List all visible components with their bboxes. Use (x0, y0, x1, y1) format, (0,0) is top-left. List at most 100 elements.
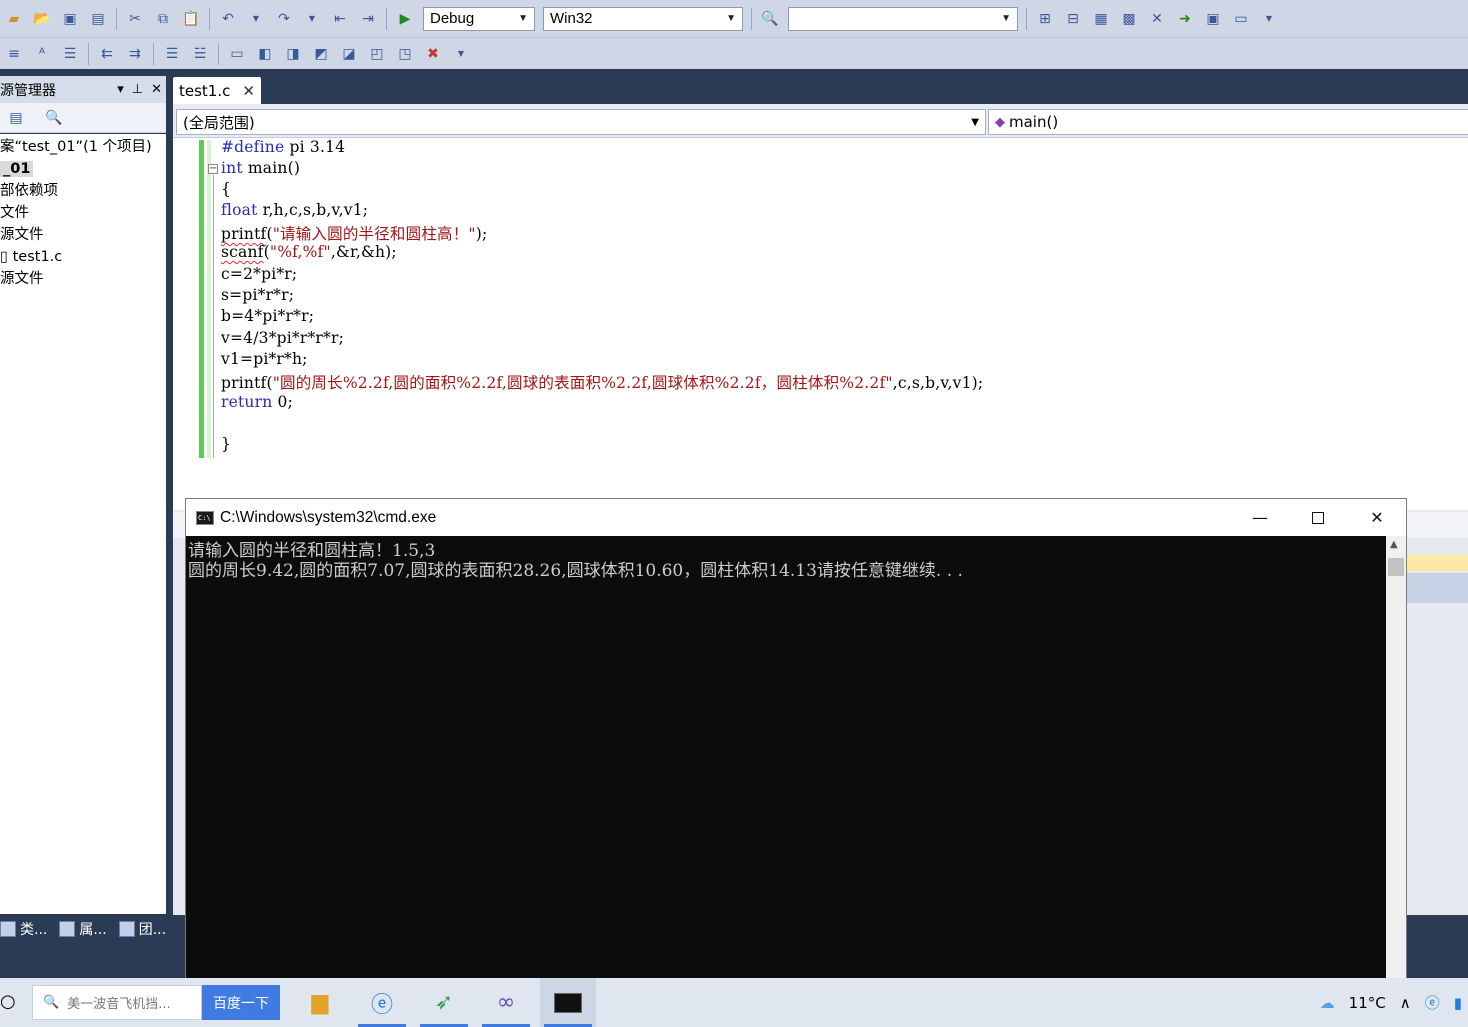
configuration-select[interactable]: Debug ▼ (423, 6, 535, 31)
maximize-icon (1312, 511, 1324, 524)
previous-bookmark-icon[interactable]: ◧ (254, 43, 276, 65)
show-all-files-icon[interactable]: 🔍 (43, 107, 65, 129)
parameter-info-icon[interactable]: ☰ (59, 43, 81, 65)
document-tab-strip: test1.c ✕ (173, 76, 1468, 104)
tree-item-solution[interactable]: 案“test_01”(1 个项目) (0, 136, 166, 158)
properties-icon[interactable]: ⊟ (1062, 8, 1084, 30)
scroll-up-icon[interactable]: ▲ (1390, 539, 1398, 550)
properties-icon[interactable]: ▤ (5, 107, 27, 129)
toolbar-options-icon[interactable]: ▼ (450, 43, 472, 65)
solution-explorer-header: 源管理器 ▾ ⊥ ✕ (0, 76, 166, 103)
file-explorer-icon[interactable]: ▆ (292, 978, 348, 1027)
comment-out-icon[interactable]: ☰ (161, 43, 183, 65)
undo-dropdown-icon[interactable]: ▼ (245, 8, 267, 30)
chevron-up-icon[interactable]: ∧ (1400, 994, 1411, 1012)
tree-item-project[interactable]: _01 (0, 158, 166, 180)
tree-item-source-files[interactable]: 源文件 (0, 224, 166, 246)
code-line: float r,h,c,s,b,v,v1; (221, 201, 369, 219)
uncomment-icon[interactable]: ☱ (189, 43, 211, 65)
close-icon: ✕ (1370, 508, 1384, 527)
weather-icon[interactable]: ☁ (1320, 994, 1335, 1012)
toolbox-icon[interactable]: ▩ (1118, 8, 1140, 30)
taskbar-search-input[interactable]: 🔍 美一波音飞机挡... (32, 985, 202, 1020)
console-titlebar[interactable]: C:\ C:\Windows\system32\cmd.exe (186, 499, 1406, 536)
navigate-forward-icon[interactable]: ⇥ (357, 8, 379, 30)
tree-item-test1-c[interactable]: ▯ test1.c (0, 246, 166, 268)
maximize-button[interactable] (1289, 499, 1347, 536)
console-scrollbar[interactable]: ▲ (1386, 536, 1406, 979)
tools-icon[interactable]: ✕ (1146, 8, 1168, 30)
browser-tray-icon[interactable]: ⓔ (1425, 992, 1440, 1013)
platform-value: Win32 (550, 10, 593, 27)
undo-icon[interactable]: ↶ (217, 8, 239, 30)
command-window-icon[interactable]: ▭ (1230, 8, 1252, 30)
pin-icon[interactable]: ⊥ (132, 82, 143, 97)
save-icon[interactable]: ▣ (59, 8, 81, 30)
start-icon[interactable]: ○ (0, 991, 16, 1012)
clear-bookmarks-icon[interactable]: ✖ (422, 43, 444, 65)
cmd-taskbar-icon[interactable] (540, 978, 596, 1027)
next-bookmark-document-icon[interactable]: ◳ (394, 43, 416, 65)
close-icon[interactable]: ✕ (242, 82, 255, 100)
app-icon[interactable]: ➶ (416, 978, 472, 1027)
code-editor[interactable]: − #define pi 3.14 int main() { float r,h… (173, 138, 1468, 510)
scrollbar-thumb[interactable] (1388, 558, 1404, 576)
object-browser-icon[interactable]: ▦ (1090, 8, 1112, 30)
start-page-icon[interactable]: ➜ (1174, 8, 1196, 30)
paste-icon[interactable]: 📋 (180, 8, 202, 30)
member-select[interactable]: ◆ main() (988, 109, 1468, 135)
weather-temp[interactable]: 11°C (1349, 994, 1386, 1012)
console-window[interactable]: C:\ C:\Windows\system32\cmd.exe — ✕ 请输入圆… (185, 498, 1407, 979)
close-icon[interactable]: ✕ (151, 82, 162, 97)
new-file-icon[interactable]: ▰ (3, 8, 25, 30)
tree-item-header-files[interactable]: 文件 (0, 202, 166, 224)
decrease-indent-icon[interactable]: ⇇ (96, 43, 118, 65)
redo-icon[interactable]: ↷ (273, 8, 295, 30)
cut-icon[interactable]: ✂ (124, 8, 146, 30)
tab-test1-c[interactable]: test1.c ✕ (173, 77, 261, 104)
find-combo[interactable]: ▼ (788, 6, 1018, 31)
find-in-files-icon[interactable]: 🔍 (759, 8, 781, 30)
chevron-down-icon: ▼ (518, 13, 528, 24)
chevron-down-icon: ▼ (971, 116, 979, 128)
solution-explorer-icon[interactable]: ⊞ (1034, 8, 1056, 30)
previous-bookmark-document-icon[interactable]: ◰ (366, 43, 388, 65)
navigate-back-icon[interactable]: ⇤ (329, 8, 351, 30)
search-button[interactable]: 百度一下 (202, 985, 280, 1020)
extension-manager-icon[interactable]: ▣ (1202, 8, 1224, 30)
scope-select[interactable]: (全局范围) ▼ (176, 109, 986, 135)
tab-property-manager[interactable]: 属... (59, 919, 107, 939)
start-debugging-icon[interactable]: ▶ (394, 8, 416, 30)
window-position-icon[interactable]: ▾ (117, 82, 124, 97)
member-list-icon[interactable]: ≡ (3, 43, 25, 65)
toolbar-separator (1026, 7, 1027, 30)
increase-indent-icon[interactable]: ⇉ (124, 43, 146, 65)
copy-icon[interactable]: ⧉ (152, 8, 174, 30)
toolbar-options-icon[interactable]: ▼ (1258, 8, 1280, 30)
console-output[interactable]: 请输入圆的半径和圆柱高！1.5,3 圆的周长9.42,圆的面积7.07,圆球的表… (186, 536, 1386, 979)
collapse-icon[interactable]: − (208, 164, 218, 174)
console-line: 请输入圆的半径和圆柱高！1.5,3 (188, 541, 436, 561)
class-view-icon (0, 921, 16, 937)
redo-dropdown-icon[interactable]: ▼ (301, 8, 323, 30)
tree-item-resource-files[interactable]: 源文件 (0, 268, 166, 290)
next-bookmark-folder-icon[interactable]: ◪ (338, 43, 360, 65)
solution-tree: 案“test_01”(1 个项目) _01 部依赖项 文件 源文件 ▯ test… (0, 134, 166, 914)
visual-studio-icon[interactable]: ∞ (478, 978, 534, 1027)
minimize-button[interactable]: — (1231, 499, 1289, 536)
toggle-bookmark-icon[interactable]: ▭ (226, 43, 248, 65)
previous-bookmark-folder-icon[interactable]: ◩ (310, 43, 332, 65)
close-button[interactable]: ✕ (1348, 499, 1406, 536)
open-file-icon[interactable]: 📂 (31, 8, 53, 30)
tree-item-external-dependencies[interactable]: 部依赖项 (0, 180, 166, 202)
notification-icon[interactable]: ▮ (1454, 994, 1462, 1012)
platform-select[interactable]: Win32 ▼ (543, 6, 743, 31)
save-all-icon[interactable]: ▤ (87, 8, 109, 30)
browser-icon[interactable]: ⓔ (354, 978, 410, 1027)
next-bookmark-icon[interactable]: ◨ (282, 43, 304, 65)
tab-team-explorer[interactable]: 团... (118, 919, 166, 939)
scope-value: (全局范围) (183, 113, 255, 132)
tab-class-view[interactable]: 类... (0, 919, 47, 939)
complete-word-icon[interactable]: ᴬ (31, 43, 53, 65)
navigation-bar: (全局范围) ▼ ◆ main() (173, 104, 1468, 138)
